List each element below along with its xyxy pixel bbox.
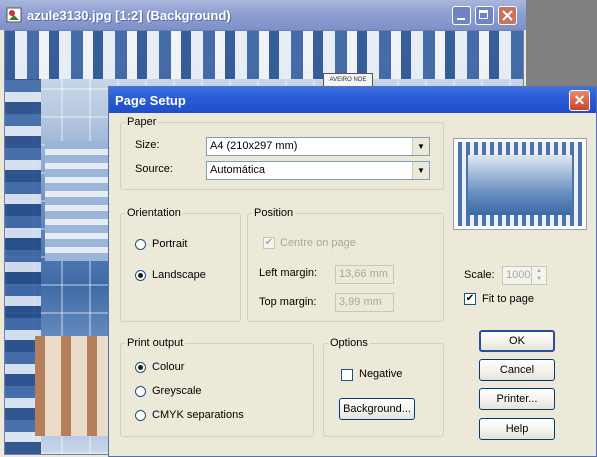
greyscale-radio[interactable] <box>135 386 146 397</box>
landscape-radio[interactable] <box>135 270 146 281</box>
dialog-close-button[interactable]: ✕ <box>569 90 590 111</box>
fit-to-page-checkbox[interactable]: ✔ <box>464 293 476 305</box>
top-margin-value: 3,99 mm <box>339 296 382 308</box>
source-label: Source: <box>135 163 173 175</box>
tile-border-top <box>5 31 523 79</box>
options-legend: Options <box>330 337 368 349</box>
minimize-button[interactable] <box>452 6 471 25</box>
preview-image-inner <box>468 155 572 215</box>
size-label: Size: <box>135 139 160 151</box>
orientation-legend: Orientation <box>127 207 181 219</box>
help-button[interactable]: Help <box>479 418 555 440</box>
street-sign: AVEIRO NOE <box>323 73 373 87</box>
tile-arches <box>35 336 115 436</box>
background-button[interactable]: Background... <box>339 398 415 420</box>
cmyk-radio[interactable] <box>135 410 146 421</box>
fit-to-page-label[interactable]: Fit to page <box>482 293 534 305</box>
dialog-titlebar[interactable]: Page Setup <box>109 87 596 113</box>
position-legend: Position <box>254 207 294 219</box>
paper-legend: Paper <box>127 116 157 128</box>
left-margin-field[interactable]: 13,66 mm <box>335 265 394 284</box>
cancel-button[interactable]: Cancel <box>479 359 555 381</box>
ok-button[interactable]: OK <box>479 330 555 352</box>
size-value: A4 (210x297 mm) <box>210 140 298 152</box>
print-output-legend: Print output <box>127 337 184 349</box>
cmyk-label[interactable]: CMYK separations <box>152 409 244 421</box>
spinner-arrows-icon[interactable]: ▲ ▼ <box>531 267 546 284</box>
colour-label[interactable]: Colour <box>152 361 184 373</box>
chevron-down-icon[interactable]: ▼ <box>412 162 429 179</box>
orientation-group: Orientation <box>120 207 241 322</box>
left-margin-value: 13,66 mm <box>339 268 388 280</box>
negative-label[interactable]: Negative <box>359 368 402 380</box>
centre-on-page-label: Centre on page <box>280 237 356 249</box>
print-output-group: Print output <box>120 337 314 437</box>
scale-spinner[interactable]: 1000 ▲ ▼ <box>502 266 547 285</box>
size-select[interactable]: A4 (210x297 mm) ▼ <box>206 137 430 156</box>
greyscale-label[interactable]: Greyscale <box>152 385 202 397</box>
minimize-icon <box>457 18 465 20</box>
source-value: Automática <box>210 164 266 176</box>
top-margin-label: Top margin: <box>259 296 317 308</box>
options-group: Options <box>323 337 444 437</box>
maximize-icon <box>479 10 488 19</box>
colour-radio[interactable] <box>135 362 146 373</box>
page-preview <box>453 138 587 230</box>
dialog-title: Page Setup <box>115 93 186 108</box>
portrait-radio[interactable] <box>135 239 146 250</box>
image-window-close-button[interactable] <box>498 6 517 25</box>
chevron-down-icon[interactable]: ▼ <box>412 138 429 155</box>
maximize-button[interactable] <box>475 6 494 25</box>
close-icon: ✕ <box>573 92 586 108</box>
close-icon <box>502 10 513 21</box>
portrait-label[interactable]: Portrait <box>152 238 187 250</box>
app-icon <box>6 7 22 23</box>
image-window-titlebar[interactable]: azule3130.jpg [1:2] (Background) <box>0 0 526 30</box>
landscape-label[interactable]: Landscape <box>152 269 206 281</box>
source-select[interactable]: Automática ▼ <box>206 161 430 180</box>
image-window-title: azule3130.jpg [1:2] (Background) <box>27 8 231 23</box>
printer-button[interactable]: Printer... <box>479 388 555 410</box>
centre-on-page-checkbox[interactable]: ✔ <box>263 237 275 249</box>
top-margin-field[interactable]: 3,99 mm <box>335 293 394 312</box>
scale-label: Scale: <box>464 269 495 281</box>
page-setup-dialog: Page Setup ✕ Paper Size: A4 (210x297 mm)… <box>108 86 597 457</box>
negative-checkbox[interactable] <box>341 369 353 381</box>
scale-value: 1000 <box>506 269 531 281</box>
left-margin-label: Left margin: <box>259 267 318 279</box>
